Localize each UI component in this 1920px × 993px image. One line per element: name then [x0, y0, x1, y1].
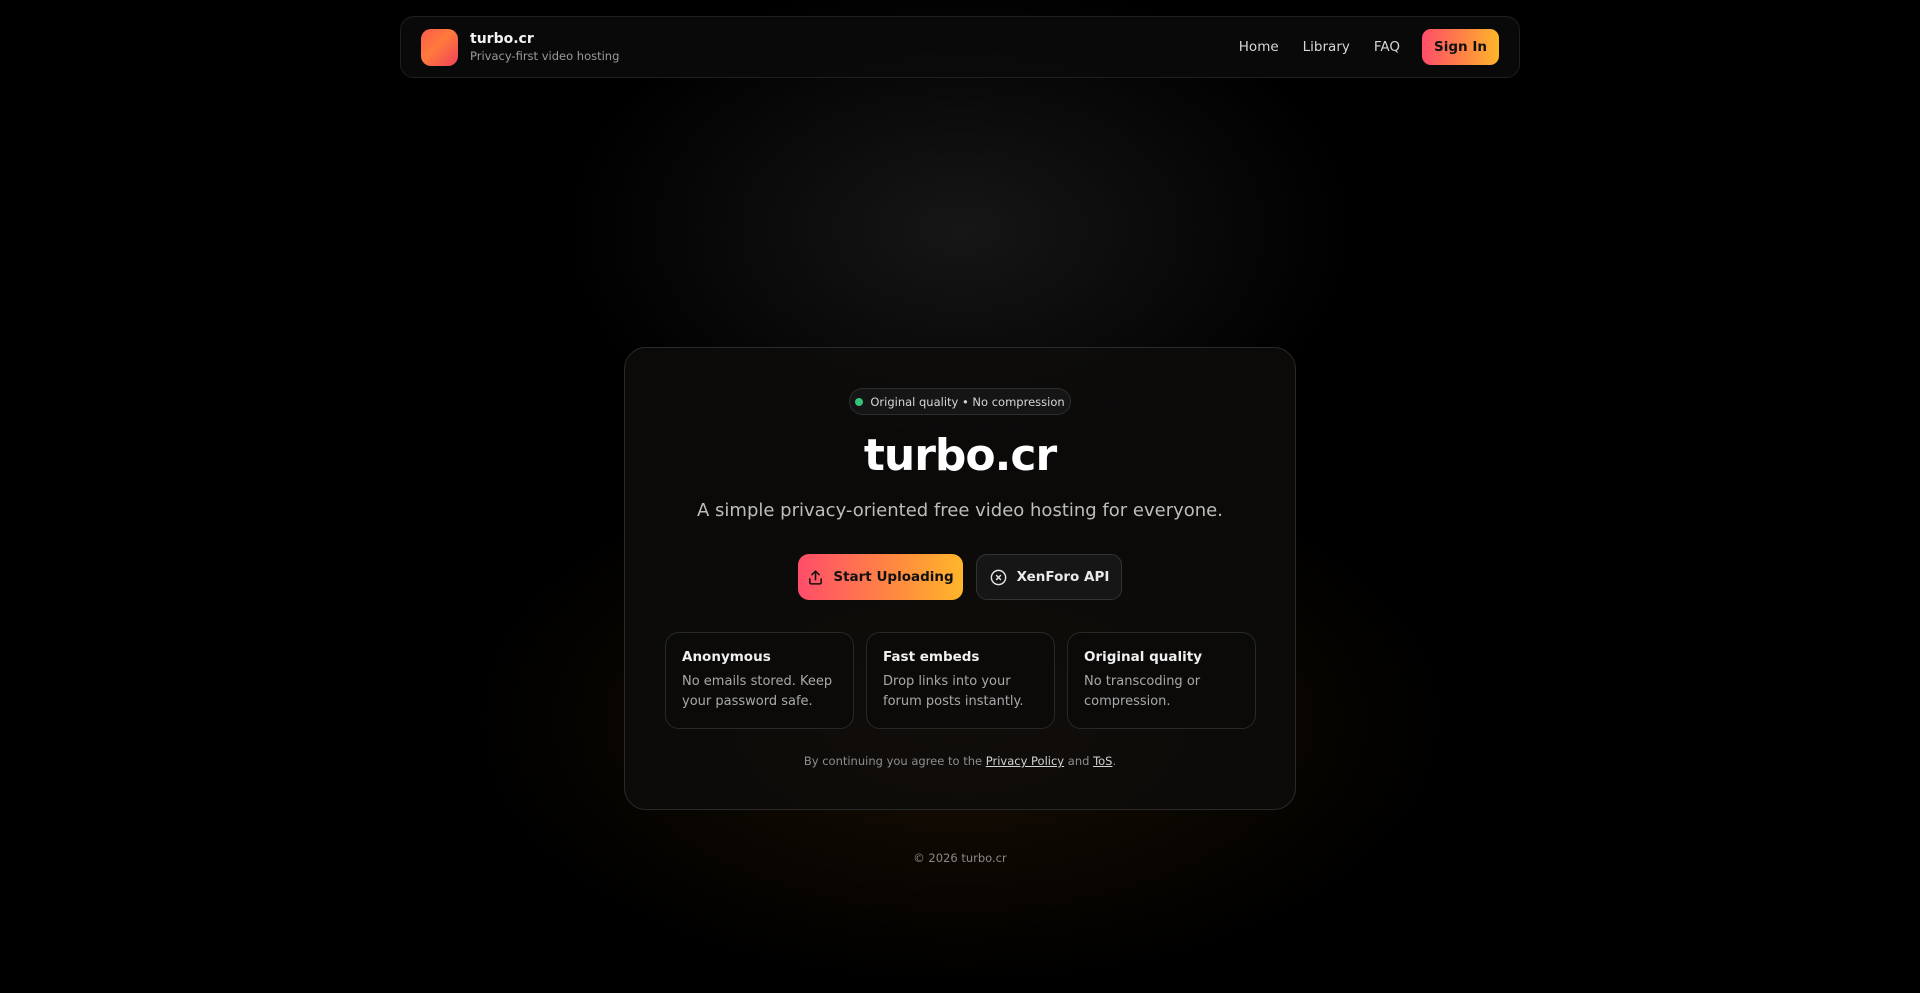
feature-text: No emails stored. Keep your password saf…: [682, 674, 833, 709]
badge-text: Original quality • No compression: [870, 394, 1065, 409]
xenforo-api-label: XenForo API: [1016, 569, 1110, 585]
brand-tagline: Privacy-first video hosting: [470, 49, 620, 63]
hero-title: turbo.cr: [863, 430, 1057, 481]
feature-list: Anonymous No emails stored. Keep your pa…: [665, 632, 1256, 729]
top-navbar: turbo.cr Privacy-first video hosting Hom…: [400, 16, 1520, 78]
hero-card: Original quality • No compression turbo.…: [624, 347, 1296, 810]
xenforo-api-button[interactable]: XenForo API: [976, 554, 1122, 600]
upload-icon: [807, 569, 824, 586]
legal-notice: By continuing you agree to the Privacy P…: [625, 754, 1295, 768]
hero-subtitle: A simple privacy-oriented free video hos…: [697, 500, 1223, 521]
nav-home-link[interactable]: Home: [1231, 31, 1287, 63]
sign-in-button[interactable]: Sign In: [1422, 29, 1499, 65]
quality-badge: Original quality • No compression: [849, 388, 1071, 415]
feature-text: Drop links into your forum posts instant…: [883, 674, 1024, 709]
legal-suffix: .: [1112, 754, 1117, 768]
feature-title: Original quality: [1084, 649, 1202, 665]
brand-logo[interactable]: [421, 28, 458, 66]
status-dot: [855, 397, 864, 406]
privacy-policy-link[interactable]: Privacy Policy: [986, 754, 1064, 768]
nav-faq-link[interactable]: FAQ: [1366, 31, 1408, 63]
brand: turbo.cr Privacy-first video hosting: [470, 31, 619, 63]
start-uploading-button[interactable]: Start Uploading: [798, 554, 963, 600]
feature-title: Anonymous: [682, 649, 771, 665]
close-circle-icon: [989, 568, 1008, 587]
footer-copyright: © 2026 turbo.cr: [913, 851, 1007, 865]
nav-links: Home Library FAQ Sign In: [1231, 29, 1499, 65]
legal-prefix: By continuing you agree to the: [803, 754, 983, 768]
footer: © 2026 turbo.cr: [0, 851, 1920, 865]
start-uploading-label: Start Uploading: [833, 569, 954, 585]
brand-name[interactable]: turbo.cr: [470, 31, 619, 47]
feature-title: Fast embeds: [883, 649, 980, 665]
feature-card-fast-embeds: Fast embeds Drop links into your forum p…: [866, 632, 1055, 729]
feature-card-original-quality: Original quality No transcoding or compr…: [1067, 632, 1256, 729]
feature-card-anonymous: Anonymous No emails stored. Keep your pa…: [665, 632, 854, 729]
feature-text: No transcoding or compression.: [1084, 674, 1201, 709]
legal-conjunction: and: [1067, 754, 1090, 768]
nav-library-link[interactable]: Library: [1295, 31, 1358, 63]
tos-link[interactable]: ToS: [1093, 754, 1112, 768]
